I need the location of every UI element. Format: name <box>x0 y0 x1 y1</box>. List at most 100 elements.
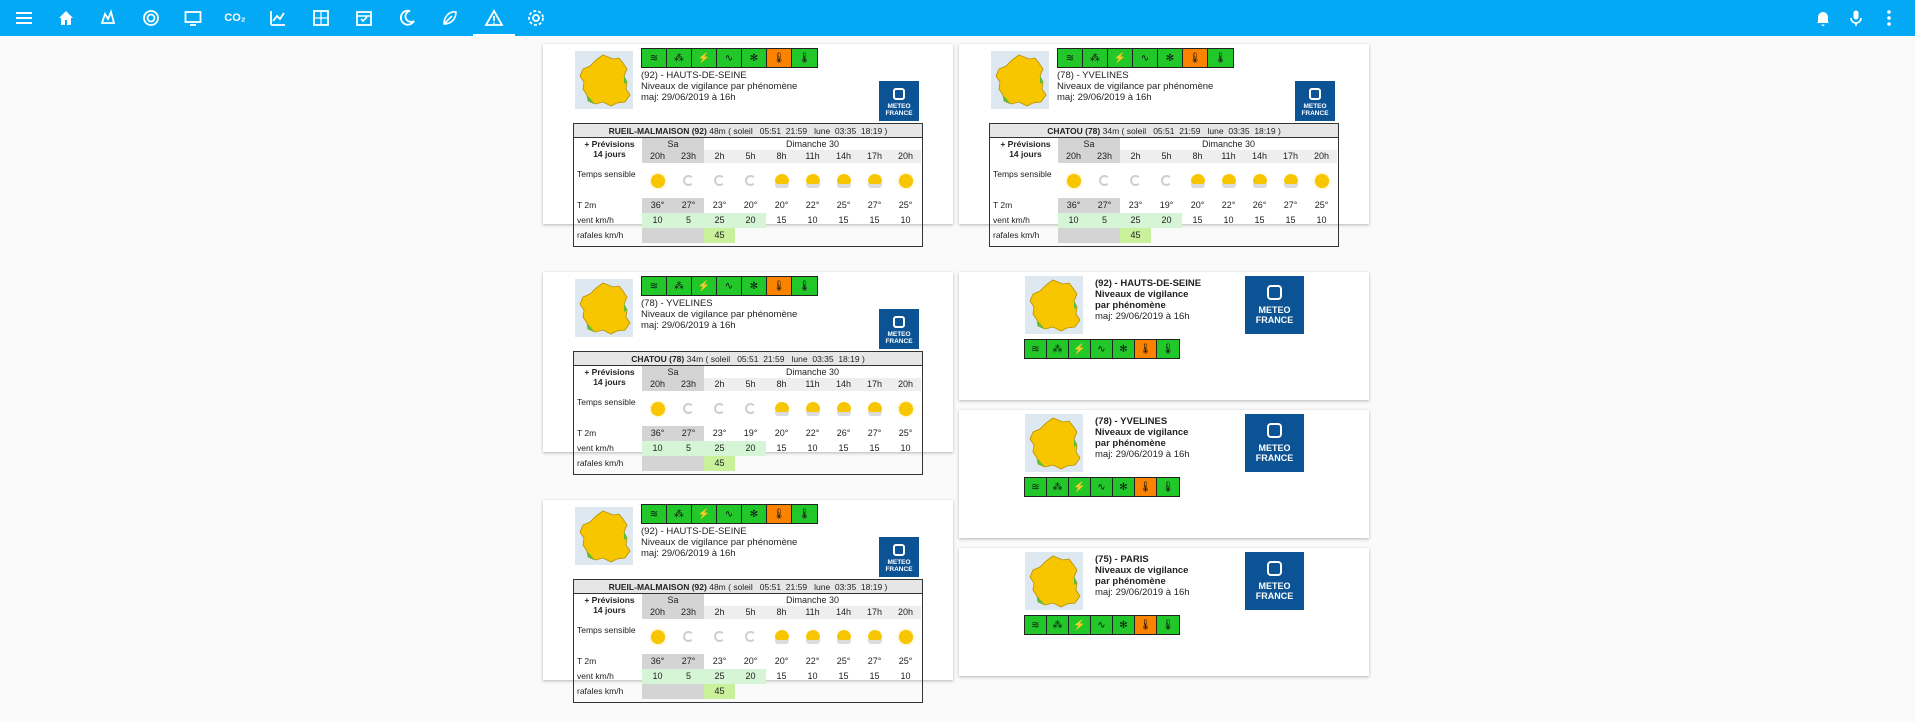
vigilance-wind-icon[interactable]: ≋ <box>642 49 667 67</box>
calendar-icon[interactable] <box>344 0 384 36</box>
radar-icon[interactable] <box>131 0 171 36</box>
vigilance-storm-icon[interactable]: ⚡ <box>692 49 717 67</box>
vigilance-flood-icon[interactable]: ∿ <box>717 277 742 295</box>
vigilance-cold-icon[interactable]: 🌡 <box>792 505 817 523</box>
vigilance-heatwave-icon[interactable]: 🌡 <box>1183 49 1208 67</box>
vigilance-text: (92) - HAUTS-DE-SEINE Niveaux de vigilan… <box>1095 278 1202 322</box>
wind-cell: 20 <box>735 213 766 228</box>
vigilance-flood-icon[interactable]: ∿ <box>1091 616 1113 634</box>
vigilance-storm-icon[interactable]: ⚡ <box>1069 616 1091 634</box>
vigilance-heatwave-icon[interactable]: 🌡 <box>767 505 792 523</box>
vigilance-rain-flood-icon[interactable]: ⁂ <box>1047 340 1069 358</box>
gust-cell <box>1058 228 1089 243</box>
vigilance-heatwave-icon[interactable]: 🌡 <box>1135 340 1157 358</box>
wind-cell: 25 <box>1120 213 1151 228</box>
meteo-card: ≋ ⁂ ⚡ ∿ ✻ 🌡 🌡 (78) - YVELINES Niveaux de vigil… <box>543 272 953 475</box>
vigilance-snow-ice-icon[interactable]: ✻ <box>1158 49 1183 67</box>
settings-icon[interactable] <box>516 0 556 36</box>
vigilance-heatwave-icon[interactable]: 🌡 <box>767 49 792 67</box>
sky-cell <box>1058 165 1089 197</box>
vigilance-snow-ice-icon[interactable]: ✻ <box>1113 478 1135 496</box>
vigilance-snow-ice-icon[interactable]: ✻ <box>1113 616 1135 634</box>
wind-cell: 20 <box>1151 213 1182 228</box>
france-map-icon <box>575 507 633 565</box>
wind-cell: 10 <box>1316 215 1327 225</box>
vigilance-cold-icon[interactable]: 🌡 <box>792 277 817 295</box>
vigilance-rain-flood-icon[interactable]: ⁂ <box>1083 49 1108 67</box>
sun-icon <box>1066 174 1081 188</box>
hour-cell: 8h <box>766 378 797 391</box>
vigilance-strip: ≋ ⁂ ⚡ ∿ ✻ 🌡 🌡 <box>1024 339 1180 359</box>
vigilance-wind-icon[interactable]: ≋ <box>642 505 667 523</box>
temp-cell: 23° <box>712 428 727 438</box>
vigilance-heatwave-icon[interactable]: 🌡 <box>1135 616 1157 634</box>
vigilance-cold-icon[interactable]: 🌡 <box>792 49 817 67</box>
gust-cell: 45 <box>704 684 735 699</box>
vigilance-card: (92) - HAUTS-DE-SEINE Niveaux de vigilan… <box>959 272 1369 400</box>
forecast-toggle[interactable]: + Prévisions 14 jours <box>574 138 642 159</box>
vigilance-wind-icon[interactable]: ≋ <box>1058 49 1083 67</box>
vigilance-flood-icon[interactable]: ∿ <box>717 505 742 523</box>
night-icon[interactable] <box>387 0 427 36</box>
hour-cell: 14h <box>1244 150 1275 163</box>
vigilance-storm-icon[interactable]: ⚡ <box>692 277 717 295</box>
vigilance-snow-ice-icon[interactable]: ✻ <box>742 505 767 523</box>
vigilance-flood-icon[interactable]: ∿ <box>717 49 742 67</box>
sky-cell <box>890 621 921 653</box>
gust-cell: 45 <box>704 456 735 471</box>
vigilance-storm-icon[interactable]: ⚡ <box>1069 478 1091 496</box>
vigilance-heatwave-icon[interactable]: 🌡 <box>767 277 792 295</box>
gust-cell <box>735 228 766 243</box>
sky-cell <box>1244 165 1275 197</box>
vigilance-cold-icon[interactable]: 🌡 <box>1208 49 1233 67</box>
moon-icon <box>745 403 756 414</box>
vigilance-snow-ice-icon[interactable]: ✻ <box>742 49 767 67</box>
vigilance-rain-flood-icon[interactable]: ⁂ <box>1047 616 1069 634</box>
vigilance-flood-icon[interactable]: ∿ <box>1091 340 1113 358</box>
row-label: Temps sensible <box>993 169 1052 179</box>
forecast-toggle[interactable]: + Prévisions 14 jours <box>990 138 1058 159</box>
more-icon[interactable] <box>1869 0 1909 36</box>
forecast-toggle[interactable]: + Prévisions 14 jours <box>574 366 642 387</box>
vigilance-cold-icon[interactable]: 🌡 <box>1157 616 1179 634</box>
weather-icon[interactable] <box>88 0 128 36</box>
vigilance-cold-icon[interactable]: 🌡 <box>1157 340 1179 358</box>
menu-icon[interactable] <box>4 0 44 36</box>
meteo-france-logo: METEO FRANCE <box>879 81 919 121</box>
vigilance-wind-icon[interactable]: ≋ <box>1025 340 1047 358</box>
hour-cell: 23h <box>673 606 704 619</box>
vigilance-flood-icon[interactable]: ∿ <box>1133 49 1158 67</box>
vigilance-rain-flood-icon[interactable]: ⁂ <box>1047 478 1069 496</box>
vigilance-wind-icon[interactable]: ≋ <box>642 277 667 295</box>
sun-icon <box>898 174 913 188</box>
leaf-icon[interactable] <box>430 0 470 36</box>
gust-cell <box>642 456 673 471</box>
co2-icon[interactable]: CO₂ <box>215 0 255 36</box>
gust-cell <box>828 684 859 699</box>
vigilance-wind-icon[interactable]: ≋ <box>1025 478 1047 496</box>
vigilance-storm-icon[interactable]: ⚡ <box>692 505 717 523</box>
vigilance-snow-ice-icon[interactable]: ✻ <box>1113 340 1135 358</box>
vigilance-storm-icon[interactable]: ⚡ <box>1069 340 1091 358</box>
home-icon[interactable] <box>46 0 86 36</box>
sky-cell <box>735 393 766 425</box>
vigilance-storm-icon[interactable]: ⚡ <box>1108 49 1133 67</box>
grid-icon[interactable] <box>301 0 341 36</box>
warning-icon[interactable] <box>473 0 515 36</box>
vigilance-cold-icon[interactable]: 🌡 <box>1157 478 1179 496</box>
moon-icon <box>745 631 756 642</box>
vigilance-rain-flood-icon[interactable]: ⁂ <box>667 277 692 295</box>
row-label: rafales km/h <box>577 230 624 240</box>
sky-cell <box>642 621 673 653</box>
vigilance-flood-icon[interactable]: ∿ <box>1091 478 1113 496</box>
hour-cell: 5h <box>735 378 766 391</box>
wind-cell: 15 <box>1254 215 1265 225</box>
vigilance-rain-flood-icon[interactable]: ⁂ <box>667 49 692 67</box>
vigilance-rain-flood-icon[interactable]: ⁂ <box>667 505 692 523</box>
vigilance-wind-icon[interactable]: ≋ <box>1025 616 1047 634</box>
tv-icon[interactable] <box>173 0 213 36</box>
chart-icon[interactable] <box>258 0 298 36</box>
vigilance-heatwave-icon[interactable]: 🌡 <box>1135 478 1157 496</box>
forecast-toggle[interactable]: + Prévisions 14 jours <box>574 594 642 615</box>
vigilance-snow-ice-icon[interactable]: ✻ <box>742 277 767 295</box>
